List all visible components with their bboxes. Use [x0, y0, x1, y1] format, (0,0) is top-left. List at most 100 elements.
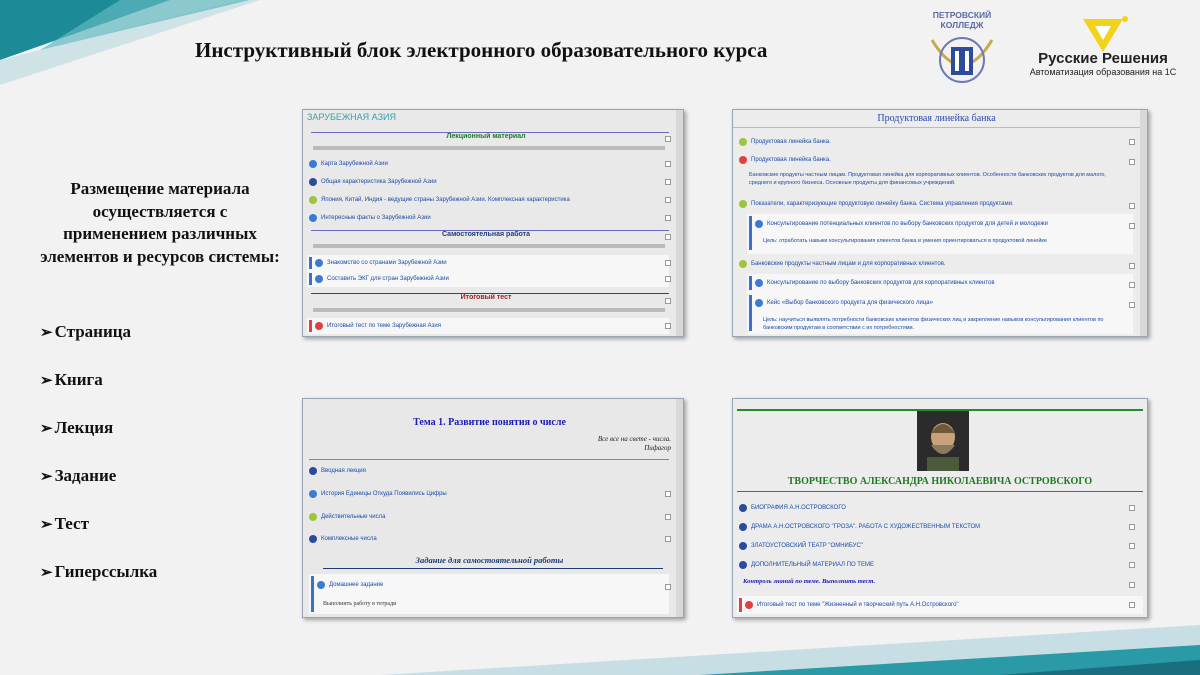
- completion-checkbox[interactable]: [1129, 524, 1135, 530]
- divider: [309, 459, 669, 460]
- page-icon: [309, 213, 317, 222]
- activity-link[interactable]: Итоговый тест по теме Зарубежная Азия: [327, 323, 441, 329]
- bullet-item: ➢ Задание: [40, 466, 157, 514]
- activity-link[interactable]: Домашнее задание: [329, 582, 383, 588]
- activity-row[interactable]: ДОПОЛНИТЕЛЬНЫЙ МАТЕРИАЛ ПО ТЕМЕ: [739, 558, 1135, 571]
- activity-row[interactable]: Знакомство со странами Зарубежной Азии: [315, 256, 671, 269]
- section-underline: [323, 568, 663, 569]
- activity-row[interactable]: Кейс «Выбор банковского продукта для физ…: [755, 296, 1135, 309]
- assignment-icon: [755, 298, 763, 307]
- activity-row[interactable]: Интересные факты о Зарубежной Азии: [309, 211, 671, 224]
- activity-row[interactable]: Карта Зарубежной Азии: [309, 157, 671, 170]
- completion-checkbox[interactable]: [665, 260, 671, 266]
- completion-checkbox[interactable]: [1129, 159, 1135, 165]
- activity-row[interactable]: Составить ЭКГ для стран Зарубежной Азии: [315, 272, 671, 285]
- lesson-icon: [739, 155, 747, 164]
- college-crest-icon: [930, 37, 994, 83]
- russkie-resheniya-logo: Русские Решения Автоматизация образовани…: [1018, 14, 1188, 94]
- page-icon: [309, 159, 317, 168]
- activity-link[interactable]: История Единицы Откуда Появились Цифры: [321, 491, 447, 497]
- epigraph-quote: Все все на свете - числа.: [597, 435, 671, 443]
- activity-link[interactable]: БИОГРАФИЯ А.Н.ОСТРОВСКОГО: [751, 505, 846, 511]
- arrow-bullet-icon: ➢: [40, 373, 53, 389]
- activity-row[interactable]: Продуктовая линейка банка.: [739, 153, 1135, 166]
- activity-link[interactable]: Продуктовая линейка банка.: [751, 139, 831, 145]
- activity-row[interactable]: ДРАМА А.Н.ОСТРОВСКОГО "ГРОЗА". РАБОТА С …: [739, 520, 1135, 533]
- activity-link[interactable]: Составить ЭКГ для стран Зарубежной Азии: [327, 276, 449, 282]
- activity-row[interactable]: Домашнее задание: [317, 578, 671, 591]
- activity-row[interactable]: Продуктовая линейка банка.: [739, 135, 1135, 148]
- activity-link[interactable]: Банковские продукты частным лицам и для …: [751, 261, 946, 267]
- activity-row[interactable]: Итоговый тест по теме Зарубежная Азия: [315, 319, 671, 332]
- course-screenshot-ostrovsky: ТВОРЧЕСТВО АЛЕКСАНДРА НИКОЛАЕВИЧА ОСТРОВ…: [732, 398, 1148, 618]
- completion-checkbox[interactable]: [1129, 582, 1135, 588]
- activity-row[interactable]: Общая характеристика Зарубежной Азии: [309, 175, 671, 188]
- arrow-bullet-icon: ➢: [40, 421, 53, 437]
- completion-checkbox[interactable]: [1129, 543, 1135, 549]
- activity-row[interactable]: Япония, Китай, Индия - ведущие страны За…: [309, 193, 671, 206]
- completion-checkbox[interactable]: [665, 491, 671, 497]
- completion-checkbox[interactable]: [665, 161, 671, 167]
- completion-checkbox[interactable]: [1129, 505, 1135, 511]
- assignment-marker: [749, 295, 752, 331]
- activity-link[interactable]: Знакомство со странами Зарубежной Азии: [327, 260, 447, 266]
- completion-checkbox[interactable]: [665, 234, 671, 240]
- activity-row[interactable]: БИОГРАФИЯ А.Н.ОСТРОВСКОГО: [739, 501, 1135, 514]
- activity-link[interactable]: Действительные числа: [321, 514, 385, 520]
- scrollbar[interactable]: [1140, 110, 1147, 336]
- completion-checkbox[interactable]: [1129, 302, 1135, 308]
- activity-row[interactable]: Консультирование по выбору банковских пр…: [755, 276, 1135, 289]
- activity-link[interactable]: Общая характеристика Зарубежной Азии: [321, 179, 437, 185]
- completion-checkbox[interactable]: [665, 323, 671, 329]
- activity-row[interactable]: Консультирование потенциальных клиентов …: [755, 217, 1135, 230]
- activity-link[interactable]: Показатели, характеризующие продуктовую …: [751, 201, 1014, 207]
- activity-link[interactable]: Комплексные числа: [321, 536, 377, 542]
- activity-row[interactable]: Действительные числа: [309, 510, 671, 523]
- activity-row[interactable]: Вводная лекция: [309, 464, 671, 477]
- activity-row[interactable]: История Единицы Откуда Появились Цифры: [309, 487, 671, 500]
- completion-checkbox[interactable]: [665, 276, 671, 282]
- completion-checkbox[interactable]: [665, 584, 671, 590]
- scrollbar[interactable]: [676, 399, 683, 617]
- activity-row[interactable]: Комплексные числа: [309, 532, 671, 545]
- activity-row[interactable]: Банковские продукты частным лицам и для …: [739, 257, 1135, 270]
- completion-checkbox[interactable]: [1129, 282, 1135, 288]
- activity-link[interactable]: Кейс «Выбор банковского продукта для физ…: [767, 300, 933, 306]
- completion-checkbox[interactable]: [1129, 203, 1135, 209]
- activity-link[interactable]: Вводная лекция: [321, 468, 366, 474]
- completion-checkbox[interactable]: [1129, 263, 1135, 269]
- completion-checkbox[interactable]: [1129, 602, 1135, 608]
- completion-checkbox[interactable]: [665, 179, 671, 185]
- activity-link[interactable]: ДРАМА А.Н.ОСТРОВСКОГО "ГРОЗА". РАБОТА С …: [751, 524, 980, 530]
- bullet-label: Книга: [54, 370, 103, 389]
- activity-link[interactable]: ДОПОЛНИТЕЛЬНЫЙ МАТЕРИАЛ ПО ТЕМЕ: [751, 562, 874, 568]
- activity-link[interactable]: Консультирование по выбору банковских пр…: [767, 280, 995, 286]
- activity-description: Выполнить работу в тетради: [323, 601, 397, 607]
- activity-link[interactable]: Продуктовая линейка банка.: [751, 157, 831, 163]
- activity-row[interactable]: Показатели, характеризующие продуктовую …: [739, 197, 1135, 210]
- activity-link[interactable]: Япония, Китай, Индия - ведущие страны За…: [321, 197, 570, 203]
- completion-checkbox[interactable]: [665, 514, 671, 520]
- completion-checkbox[interactable]: [1129, 223, 1135, 229]
- activity-row[interactable]: Итоговый тест по теме "Жизненный и творч…: [745, 598, 1135, 611]
- bullet-item: ➢ Лекция: [40, 418, 157, 466]
- course-header: ТВОРЧЕСТВО АЛЕКСАНДРА НИКОЛАЕВИЧА ОСТРОВ…: [787, 476, 1093, 487]
- completion-checkbox[interactable]: [1129, 562, 1135, 568]
- completion-checkbox[interactable]: [665, 136, 671, 142]
- activity-link[interactable]: ЗЛАТОУСТОВСКИЙ ТЕАТР "ОМНИБУС": [751, 543, 863, 549]
- activity-link[interactable]: Консультирование потенциальных клиентов …: [767, 221, 1048, 227]
- activity-row[interactable]: ЗЛАТОУСТОВСКИЙ ТЕАТР "ОМНИБУС": [739, 539, 1135, 552]
- completion-checkbox[interactable]: [1129, 139, 1135, 145]
- section-title-selfwork: Задание для самостоятельной работы: [415, 555, 564, 565]
- activity-link[interactable]: Итоговый тест по теме "Жизненный и творч…: [757, 602, 959, 608]
- activity-description: Цель: научиться выявлять потребности бан…: [763, 317, 1104, 331]
- completion-checkbox[interactable]: [665, 536, 671, 542]
- completion-checkbox[interactable]: [665, 215, 671, 221]
- activity-link[interactable]: Карта Зарубежной Азии: [321, 161, 388, 167]
- completion-checkbox[interactable]: [665, 298, 671, 304]
- assignment-marker: [309, 257, 312, 269]
- completion-checkbox[interactable]: [665, 197, 671, 203]
- activity-link[interactable]: Интересные факты о Зарубежной Азии: [321, 215, 431, 221]
- bullet-item: ➢ Книга: [40, 370, 157, 418]
- scrollbar[interactable]: [676, 110, 683, 336]
